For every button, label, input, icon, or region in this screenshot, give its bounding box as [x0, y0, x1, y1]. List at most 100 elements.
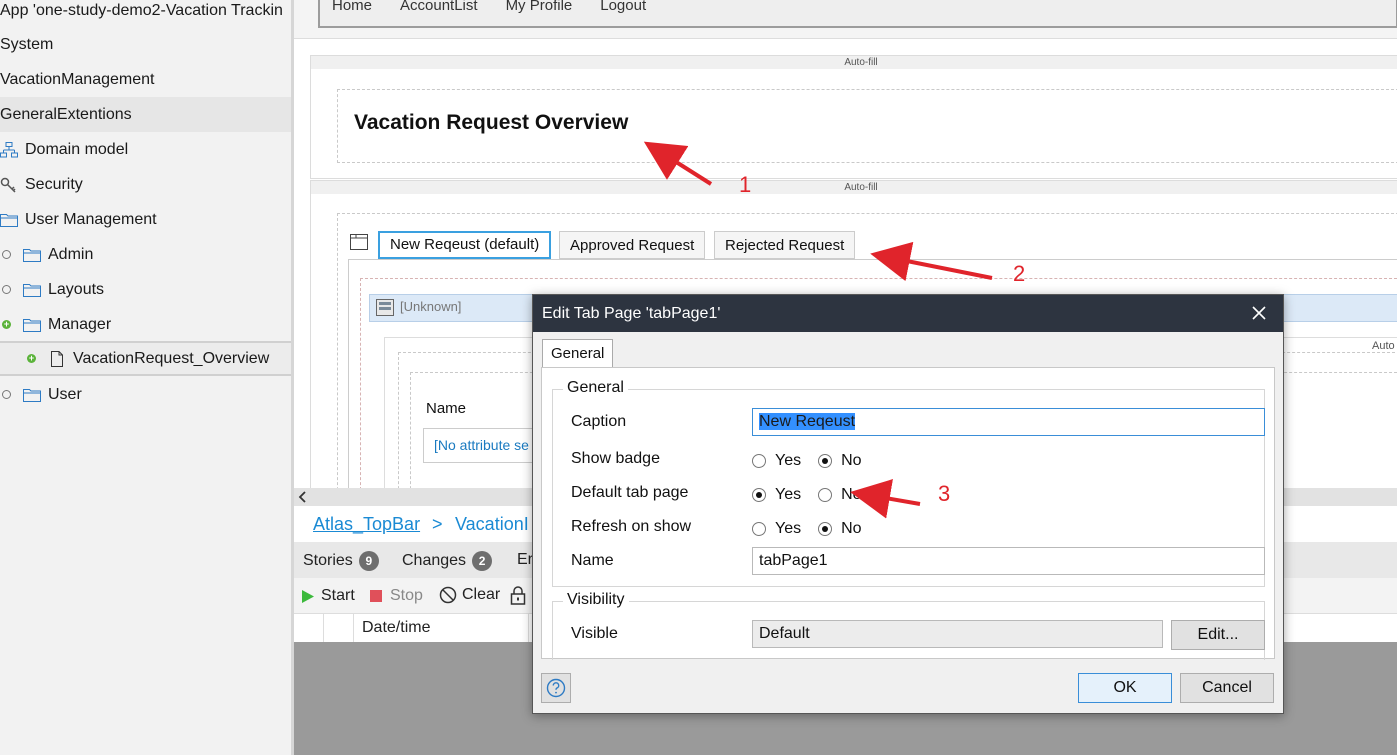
tree-item-vacationmanagement[interactable]: VacationManagement — [0, 62, 291, 97]
page-icon — [51, 350, 63, 367]
radio-yes-label: Yes — [775, 486, 802, 503]
nav-my-profile[interactable]: My Profile — [506, 0, 573, 14]
tab-label: Changes — [402, 552, 467, 569]
nav-home[interactable]: Home — [332, 0, 372, 14]
expand-toggle-icon[interactable] — [2, 285, 11, 294]
expand-toggle-icon[interactable] — [2, 390, 11, 399]
tree-item-generalextentions[interactable]: GeneralExtentions — [0, 97, 291, 132]
auto-label: Auto — [1372, 340, 1395, 352]
clear-icon — [439, 586, 457, 604]
changes-count-badge: 2 — [472, 551, 493, 571]
expand-toggle-icon[interactable] — [2, 250, 11, 259]
tree-item-label: Layouts — [48, 280, 105, 298]
tree-item-user[interactable]: User — [0, 377, 293, 412]
default-tab-page-label: Default tab page — [571, 484, 689, 501]
annotation-number-3: 3 — [938, 481, 951, 506]
visible-label: Visible — [571, 625, 618, 642]
dataview-source-label: [Unknown] — [400, 299, 462, 314]
stop-button[interactable]: Stop — [370, 587, 423, 605]
tab-errors[interactable]: Er — [517, 551, 533, 569]
tab-label: Stories — [303, 552, 353, 569]
key-icon — [0, 177, 16, 193]
refresh-no-radio[interactable] — [818, 522, 833, 536]
tree-item-label: System — [0, 35, 54, 53]
tree-item-system[interactable]: System — [0, 27, 291, 62]
tree-item-label: GeneralExtentions — [0, 105, 132, 123]
dialog-title: Edit Tab Page 'tabPage1' — [542, 305, 721, 322]
expanded-toggle-icon[interactable]: + — [27, 354, 36, 363]
default-tab-yes-radio[interactable] — [752, 488, 766, 502]
visibility-group-title: Visibility — [563, 591, 629, 609]
annotation-number-2: 2 — [1013, 261, 1026, 286]
close-icon[interactable] — [1249, 303, 1269, 323]
tab-stories[interactable]: Stories 9 — [303, 551, 379, 571]
folder-icon — [0, 213, 18, 227]
tree-item-admin[interactable]: Admin — [0, 237, 293, 272]
caption-value: New Reqeust — [759, 413, 856, 430]
tree-item-label: Admin — [48, 245, 94, 263]
breadcrumb-separator: > — [432, 514, 443, 534]
tab-approved-request[interactable]: Approved Request — [559, 231, 706, 259]
tree-item-domain-model[interactable]: Domain model — [0, 132, 291, 167]
radio-yes-label: Yes — [775, 452, 802, 469]
cancel-button[interactable]: Cancel — [1180, 673, 1274, 703]
tree-item-label: Manager — [48, 315, 112, 333]
project-explorer: App 'one-study-demo2-Vacation Trackin Sy… — [0, 0, 294, 755]
tab-new-request[interactable]: New Reqeust (default) — [378, 231, 552, 259]
tree-item-vacationrequest-overview[interactable]: + VacationRequest_Overview — [0, 341, 291, 376]
lock-icon[interactable] — [510, 586, 526, 605]
tree-item-label: Domain model — [25, 140, 129, 158]
caption-input[interactable]: New Reqeust — [752, 408, 1265, 436]
scroll-left-icon[interactable] — [298, 491, 306, 503]
default-tab-no-radio[interactable] — [818, 488, 833, 502]
tree-item-label: VacationRequest_Overview — [73, 349, 270, 367]
tree-item-label: VacationManagement — [0, 70, 155, 88]
refresh-yes-radio[interactable] — [752, 522, 766, 536]
radio-yes-label: Yes — [775, 520, 802, 537]
tree-item-manager[interactable]: + Manager — [0, 307, 293, 342]
start-label: Start — [321, 587, 355, 604]
ok-button[interactable]: OK — [1078, 673, 1172, 703]
refresh-on-show-label: Refresh on show — [571, 518, 692, 535]
show-badge-yes-radio[interactable] — [752, 454, 766, 468]
general-group-title: General — [563, 379, 628, 397]
clear-button[interactable]: Clear — [439, 586, 500, 604]
app-root-item[interactable]: App 'one-study-demo2-Vacation Trackin — [0, 0, 291, 28]
breadcrumb-item-vacation[interactable]: VacationI — [455, 514, 529, 535]
dataview-icon — [376, 299, 394, 316]
visibility-edit-button[interactable]: Edit... — [1171, 620, 1265, 650]
annotation-number-1: 1 — [739, 172, 752, 197]
tree-item-security[interactable]: Security — [0, 167, 291, 202]
tab-changes[interactable]: Changes 2 — [402, 551, 493, 571]
autofill-label: Auto-fill — [311, 181, 1397, 194]
dialog-titlebar[interactable]: Edit Tab Page 'tabPage1' — [533, 295, 1283, 332]
tree-item-layouts[interactable]: Layouts — [0, 272, 293, 307]
top-navigation-bar: Home AccountList My Profile Logout — [294, 0, 1397, 39]
visible-value-field: Default — [752, 620, 1163, 648]
app-title: App 'one-study-demo2-Vacation Trackin — [0, 1, 283, 19]
help-button[interactable] — [541, 673, 571, 703]
radio-no-label: No — [841, 520, 862, 537]
name-input[interactable]: tabPage1 — [752, 547, 1265, 575]
help-icon — [546, 678, 566, 698]
folder-icon — [23, 248, 41, 262]
tab-container-icon — [350, 234, 368, 250]
show-badge-no-radio[interactable] — [818, 454, 833, 468]
nav-accountlist[interactable]: AccountList — [400, 0, 478, 14]
caption-label: Caption — [571, 413, 627, 430]
dialog-tab-general[interactable]: General — [542, 339, 614, 368]
show-badge-radio-group: Yes No — [752, 452, 879, 470]
start-button[interactable]: Start — [301, 587, 355, 605]
stop-label: Stop — [390, 587, 423, 604]
column-header-datetime[interactable]: Date/time — [362, 619, 430, 637]
expanded-toggle-icon[interactable]: + — [2, 320, 11, 329]
edit-tab-page-dialog: Edit Tab Page 'tabPage1' General General… — [532, 294, 1284, 714]
page-title[interactable]: Vacation Request Overview — [354, 111, 628, 135]
tab-rejected-request[interactable]: Rejected Request — [714, 231, 856, 259]
refresh-radio-group: Yes No — [752, 520, 879, 538]
tree-item-user-management[interactable]: User Management — [0, 202, 291, 237]
breadcrumb-item-atlas-topbar[interactable]: Atlas_TopBar — [313, 514, 420, 535]
folder-icon — [23, 283, 41, 297]
nav-logout[interactable]: Logout — [600, 0, 646, 14]
tree-item-label: User — [48, 385, 82, 403]
